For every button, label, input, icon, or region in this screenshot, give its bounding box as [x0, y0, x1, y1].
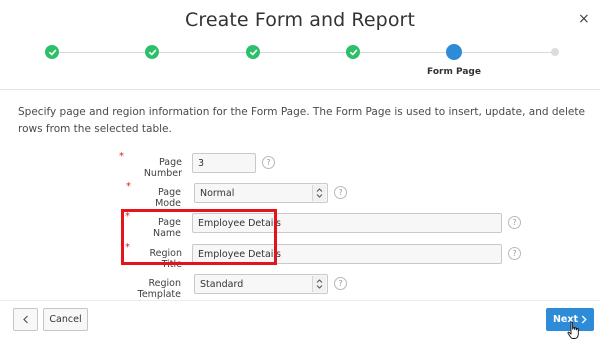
instructions-text: Specify page and region information for …	[18, 106, 585, 135]
page-number-label: Page Number	[143, 157, 182, 179]
check-icon	[148, 49, 156, 55]
hand-pointer-icon	[567, 321, 579, 339]
region-template-select[interactable]: Standard	[194, 274, 328, 294]
page-mode-select[interactable]: Normal	[194, 183, 328, 203]
wizard-step-1-done	[45, 45, 59, 59]
page-mode-label: Page Mode	[155, 187, 181, 209]
check-icon	[249, 49, 257, 55]
wizard-progress: Form Page	[0, 43, 600, 83]
page-mode-row: * Page Mode Normal ?	[0, 181, 600, 209]
help-icon[interactable]: ?	[334, 277, 347, 290]
check-icon	[48, 49, 56, 55]
region-title-row: * Region Title Employee Details ?	[0, 242, 600, 270]
wizard-step-2-done	[145, 45, 159, 59]
wizard-step-current	[446, 44, 462, 60]
wizard-step-4-done	[346, 45, 360, 59]
region-template-value: Standard	[200, 279, 244, 290]
select-arrows-icon	[312, 185, 326, 201]
page-number-row: * Page Number 3 ?	[0, 151, 600, 179]
footer-divider	[0, 300, 600, 301]
close-icon[interactable]: ×	[578, 11, 590, 27]
region-template-row: Region Template Standard ?	[0, 274, 600, 300]
cancel-button[interactable]: Cancel	[43, 308, 88, 331]
annotation-highlight-box	[121, 209, 277, 265]
region-template-label: Region Template	[137, 278, 181, 300]
help-icon[interactable]: ?	[508, 247, 521, 260]
select-arrows-icon	[312, 276, 326, 292]
help-icon[interactable]: ?	[334, 186, 347, 199]
page-mode-value: Normal	[200, 188, 235, 199]
dialog-title: Create Form and Report	[184, 9, 416, 31]
wizard-step-upcoming	[551, 48, 559, 56]
header-divider	[0, 89, 600, 90]
page-name-row: * Page Name Employee Details ?	[0, 211, 600, 239]
back-button[interactable]	[13, 308, 38, 331]
wizard-step-3-done	[246, 45, 260, 59]
chevron-left-icon	[23, 315, 28, 324]
help-icon[interactable]: ?	[508, 216, 521, 229]
page-number-input[interactable]: 3	[192, 153, 256, 173]
help-icon[interactable]: ?	[262, 156, 275, 169]
wizard-track	[52, 52, 556, 53]
wizard-current-step-label: Form Page	[427, 67, 481, 77]
check-icon	[349, 49, 357, 55]
required-marker: *	[126, 181, 131, 192]
